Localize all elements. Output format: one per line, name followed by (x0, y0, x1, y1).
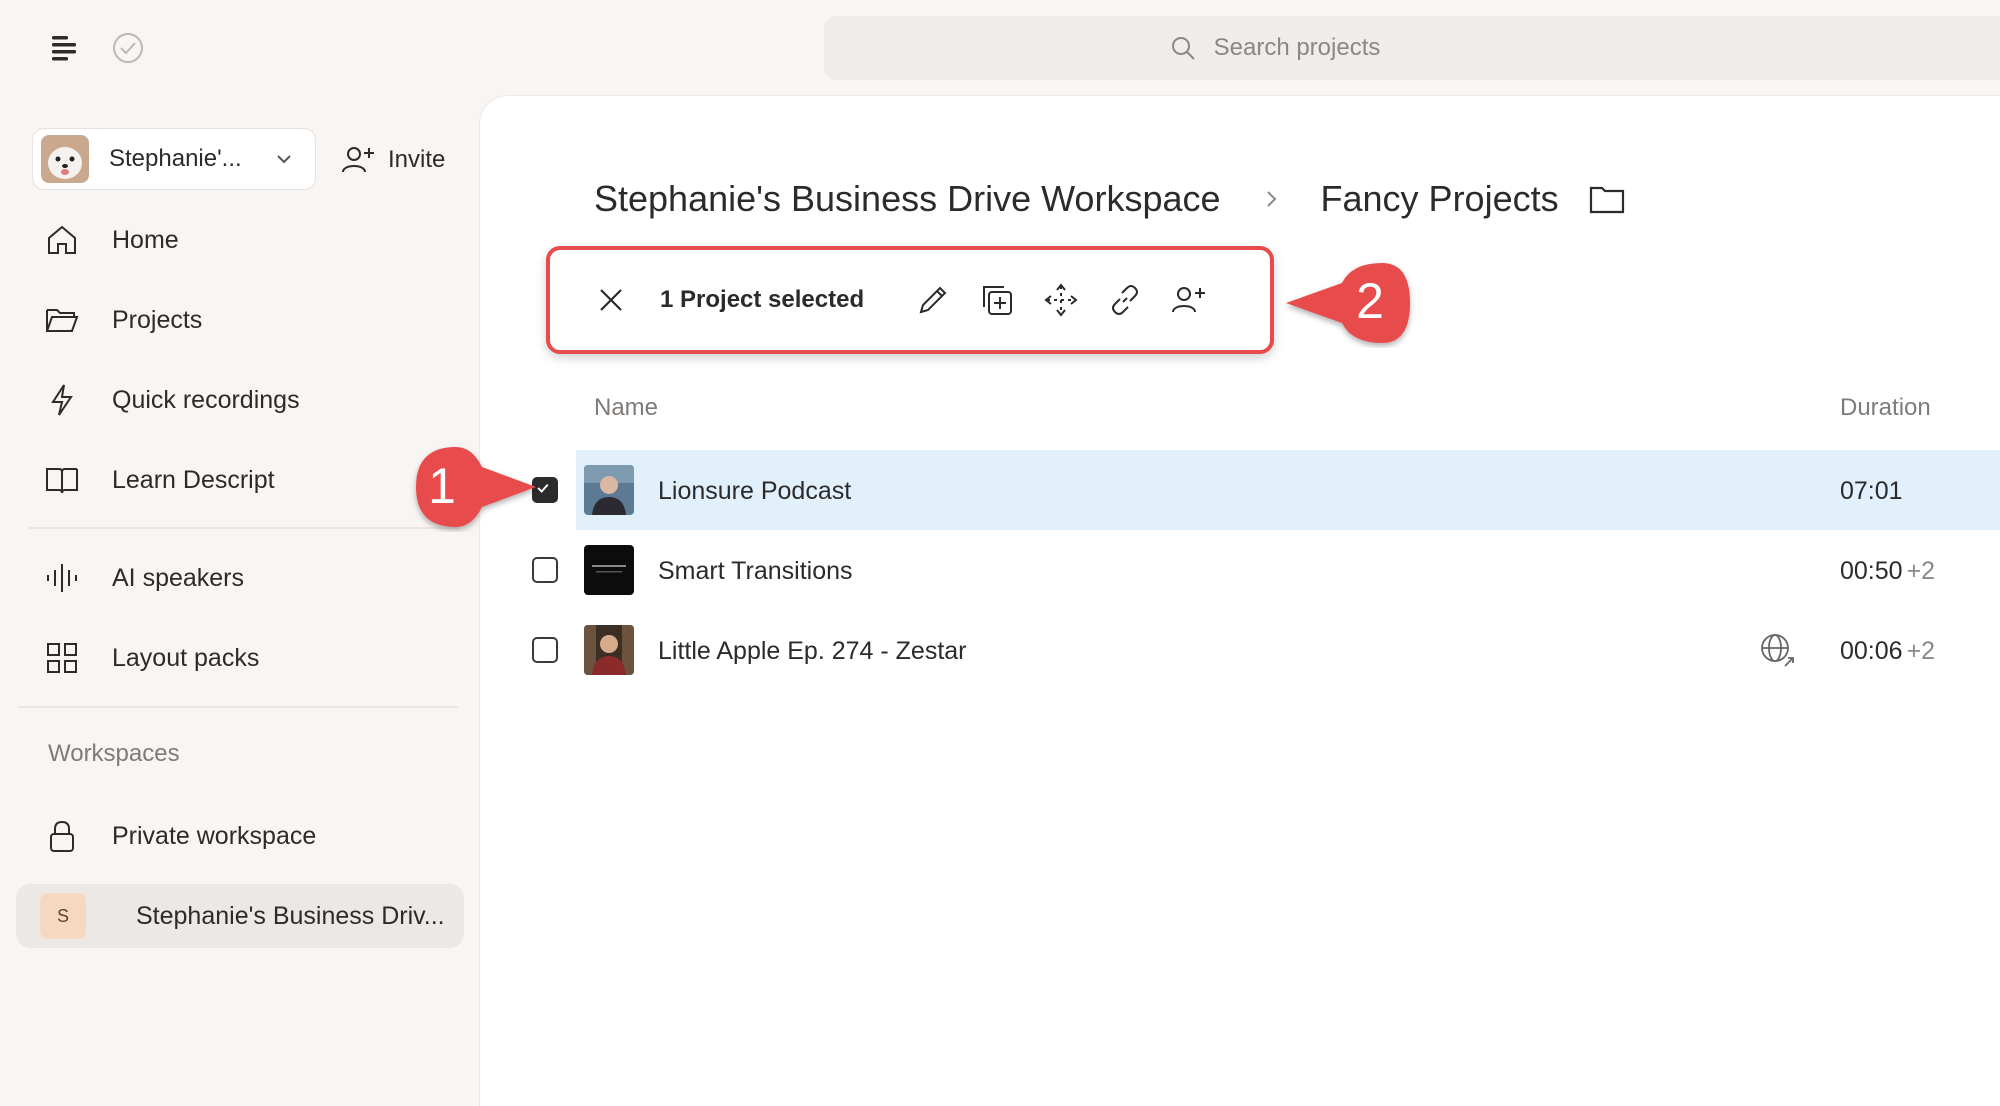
book-icon (46, 468, 78, 494)
column-header-name[interactable]: Name (594, 394, 658, 422)
breadcrumb: Stephanie's Business Drive Workspace Fan… (594, 178, 1627, 220)
sidebar-item-label: Private workspace (112, 821, 317, 850)
sidebar-item-private-workspace[interactable]: Private workspace (44, 806, 316, 866)
sidebar-item-layout-packs[interactable]: Layout packs (44, 628, 259, 688)
column-header-duration[interactable]: Duration (1840, 394, 1931, 422)
duration-extra: +2 (1906, 557, 1936, 585)
callout-1-number: 1 (428, 458, 456, 514)
sidebar-item-label: Stephanie's Business Driv... (136, 901, 445, 930)
search-icon (1171, 37, 1195, 60)
sidebar-item-projects[interactable]: Projects (44, 290, 202, 350)
move-icon[interactable] (1042, 281, 1080, 319)
callout-2-number: 2 (1356, 273, 1384, 329)
grid-icon (47, 643, 77, 673)
project-thumbnail (584, 625, 634, 675)
invite-label: Invite (388, 146, 446, 173)
project-thumbnail (584, 465, 634, 515)
workspace-name: Stephanie'... (109, 145, 242, 172)
search-placeholder: Search projects (1213, 34, 1381, 61)
workspace-switcher[interactable]: Stephanie'... (32, 128, 316, 190)
lightning-icon (51, 384, 73, 416)
sidebar-item-label: Projects (112, 305, 203, 334)
sidebar-item-ai-speakers[interactable]: AI speakers (44, 548, 244, 608)
descript-logo-icon[interactable] (44, 28, 84, 68)
folder-icon[interactable] (1587, 179, 1627, 219)
sidebar-divider (18, 706, 458, 708)
sidebar-item-learn-descript[interactable]: Learn Descript (44, 450, 275, 510)
project-duration: 00:06 +2 (1840, 637, 1935, 666)
duration-value: 07:01 (1840, 477, 1903, 505)
workspace-badge: S (40, 893, 86, 939)
close-icon[interactable] (594, 283, 628, 317)
sidebar-item-label: Layout packs (112, 643, 260, 672)
add-person-icon[interactable] (1170, 281, 1208, 319)
add-person-icon (342, 147, 374, 173)
sidebar-item-label: AI speakers (112, 563, 245, 592)
sidebar-item-business-workspace[interactable]: S Stephanie's Business Driv... (16, 884, 464, 948)
folder-open-icon (46, 309, 79, 332)
search-input[interactable]: Search projects (824, 16, 2000, 80)
lock-icon (50, 820, 74, 852)
home-icon (48, 225, 76, 254)
selection-action-bar: 1 Project selected (546, 246, 1274, 354)
duration-extra: +2 (1906, 637, 1936, 665)
sidebar-item-quick-recordings[interactable]: Quick recordings (44, 370, 300, 430)
avatar (41, 135, 89, 183)
sidebar-item-label: Quick recordings (112, 385, 300, 414)
row-checkbox[interactable] (532, 557, 558, 583)
project-name[interactable]: Little Apple Ep. 274 - Zestar (658, 637, 967, 666)
duration-value: 00:06 (1840, 637, 1903, 665)
project-duration: 07:01 (1840, 477, 1903, 506)
link-icon[interactable] (1106, 281, 1144, 319)
project-thumbnail (584, 545, 634, 595)
breadcrumb-workspace[interactable]: Stephanie's Business Drive Workspace (594, 178, 1221, 220)
sidebar-item-label: Home (112, 225, 179, 254)
project-name[interactable]: Lionsure Podcast (658, 477, 851, 506)
check-circle-icon[interactable] (110, 30, 146, 66)
row-checkbox[interactable] (532, 637, 558, 663)
workspaces-heading: Workspaces (48, 740, 180, 767)
globe-share-icon[interactable] (1758, 631, 1796, 669)
sidebar-item-label: Learn Descript (112, 465, 275, 494)
selection-count: 1 Project selected (660, 286, 865, 313)
chevron-down-icon (277, 155, 291, 164)
invite-button[interactable]: Invite (340, 142, 445, 178)
duplicate-icon[interactable] (978, 281, 1016, 319)
project-name[interactable]: Smart Transitions (658, 557, 853, 586)
sidebar-item-home[interactable]: Home (44, 210, 179, 270)
project-duration: 00:50 +2 (1840, 557, 1935, 586)
waveform-icon (47, 564, 77, 592)
pencil-icon[interactable] (914, 281, 952, 319)
duration-value: 00:50 (1840, 557, 1903, 585)
chevron-right-icon (1266, 191, 1276, 207)
breadcrumb-folder[interactable]: Fancy Projects (1321, 178, 1559, 220)
